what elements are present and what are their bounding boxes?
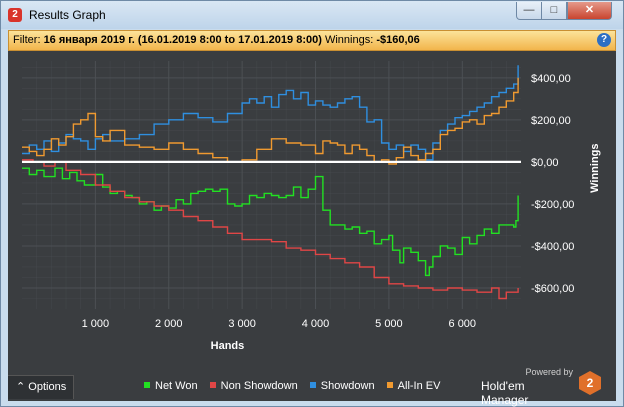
options-button[interactable]: ⌃ Options [8, 375, 74, 399]
legend-label: Net Won [155, 380, 198, 392]
title-bar[interactable]: 2 Results Graph — □ ✕ [1, 1, 623, 29]
legend-label: All-In EV [397, 380, 441, 392]
results-graph-window: 2 Results Graph — □ ✕ Filter: 16 января … [0, 0, 624, 407]
winnings-value: -$160,06 [376, 34, 420, 46]
chart-area: $400,00 $200,00 $0,00 -$200,00 -$400,00 -$600… [8, 51, 616, 407]
brand-name: Hold'em Manager [481, 379, 529, 407]
x-tick-label: 6 000 [449, 318, 477, 330]
y-tick-label: -$200,00 [531, 199, 574, 211]
options-label: Options [28, 381, 67, 393]
x-tick-label: 3 000 [228, 318, 256, 330]
filter-value: 16 января 2019 г. (16.01.2019 8:00 to 17… [43, 34, 322, 46]
legend-item-non-showdown[interactable]: Non Showdown [209, 380, 298, 392]
x-axis-title: Hands [211, 340, 245, 352]
legend-label: Non Showdown [220, 380, 298, 392]
series-line-showdown [22, 65, 519, 161]
close-button[interactable]: ✕ [567, 2, 612, 20]
results-chart: $400,00 $200,00 $0,00 -$200,00 -$400,00 -$600… [22, 61, 601, 352]
chart-legend: Net Won Non Showdown Showdown All-In EV [144, 380, 449, 392]
powered-by-branding: Powered by Hold'em Manager 2 [481, 367, 607, 407]
help-icon[interactable]: ? [597, 33, 611, 47]
filter-label: Filter: [13, 34, 41, 46]
legend-swatch [386, 382, 393, 388]
y-tick-label: -$400,00 [531, 241, 574, 253]
legend-item-showdown[interactable]: Showdown [309, 380, 375, 392]
x-tick-label: 4 000 [302, 318, 330, 330]
filter-bar: Filter: 16 января 2019 г. (16.01.2019 8:… [8, 30, 616, 51]
hm2-logo-icon: 2 [579, 371, 601, 395]
legend-swatch [309, 382, 316, 388]
winnings-label: Winnings: [324, 34, 374, 46]
y-tick-label: $0,00 [531, 157, 559, 169]
y-axis-title: Winnings [589, 143, 601, 192]
window-title: Results Graph [29, 8, 106, 22]
y-tick-label: -$600,00 [531, 283, 574, 295]
minimize-button[interactable]: — [516, 2, 542, 20]
hm2-icon: 2 [8, 8, 22, 22]
legend-swatch [144, 382, 150, 388]
powered-by-text: Powered by [525, 367, 573, 377]
legend-item-net-won[interactable]: Net Won [144, 380, 198, 392]
maximize-button[interactable]: □ [541, 2, 567, 20]
legend-label: Showdown [320, 380, 375, 392]
y-tick-label: $400,00 [531, 73, 571, 85]
legend-item-all-in-ev[interactable]: All-In EV [386, 380, 441, 392]
legend-swatch [209, 382, 216, 388]
y-tick-label: $200,00 [531, 115, 571, 127]
series-line-net-won [22, 167, 519, 277]
series-line-all-in-ev [22, 77, 519, 165]
chevron-up-icon: ⌃ [16, 381, 26, 393]
x-tick-label: 2 000 [155, 318, 183, 330]
x-tick-label: 1 000 [82, 318, 110, 330]
x-tick-label: 5 000 [375, 318, 403, 330]
